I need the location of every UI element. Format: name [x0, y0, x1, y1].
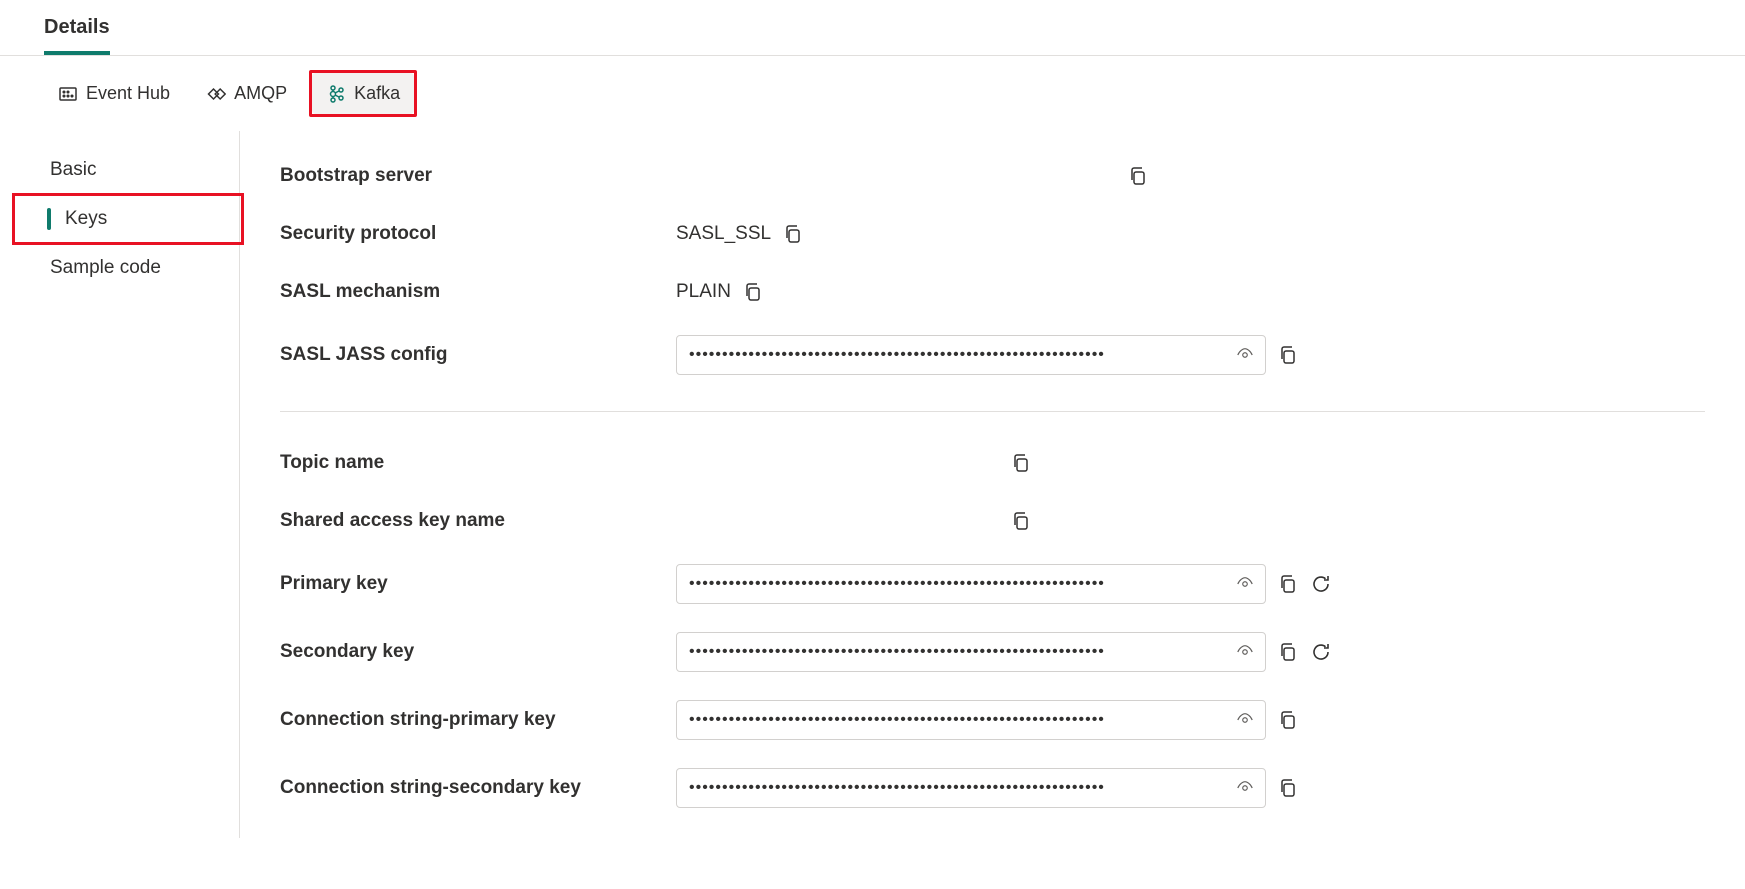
- copy-icon[interactable]: [1278, 710, 1298, 730]
- field-label: Primary key: [280, 573, 676, 595]
- field-label: Shared access key name: [280, 510, 676, 532]
- eye-icon[interactable]: [1236, 643, 1254, 661]
- sidebar-item-basic[interactable]: Basic: [0, 147, 239, 193]
- content: Bootstrap server Security protocol SASL_…: [240, 131, 1745, 838]
- tab-details[interactable]: Details: [44, 0, 110, 55]
- sidebar-item-keys[interactable]: Keys: [15, 196, 241, 242]
- field-value: SASL_SSL: [676, 223, 1705, 245]
- field-sasl-jass-config: SASL JASS config •••••••••••••••••••••••…: [280, 321, 1705, 389]
- field-connection-string-primary: Connection string-primary key ••••••••••…: [280, 686, 1705, 754]
- connection-primary-input[interactable]: ••••••••••••••••••••••••••••••••••••••••…: [676, 700, 1266, 740]
- copy-icon[interactable]: [1011, 453, 1031, 473]
- field-label: Security protocol: [280, 223, 676, 245]
- field-value: PLAIN: [676, 281, 1705, 303]
- field-secondary-key: Secondary key ••••••••••••••••••••••••••…: [280, 618, 1705, 686]
- secondary-key-input[interactable]: ••••••••••••••••••••••••••••••••••••••••…: [676, 632, 1266, 672]
- copy-icon[interactable]: [1278, 574, 1298, 594]
- field-value: ••••••••••••••••••••••••••••••••••••••••…: [676, 564, 1705, 604]
- kafka-icon: [326, 84, 346, 104]
- field-primary-key: Primary key ••••••••••••••••••••••••••••…: [280, 550, 1705, 618]
- field-sasl-mechanism: SASL mechanism PLAIN: [280, 263, 1705, 321]
- field-value: [676, 453, 1705, 473]
- eventhub-icon: [58, 84, 78, 104]
- primary-key-input[interactable]: ••••••••••••••••••••••••••••••••••••••••…: [676, 564, 1266, 604]
- field-label: Topic name: [280, 452, 676, 474]
- divider: [280, 411, 1705, 412]
- protocol-tab-eventhub[interactable]: Event Hub: [44, 73, 184, 114]
- sasl-mechanism-value: PLAIN: [676, 281, 731, 303]
- main-layout: Basic Keys Sample code Bootstrap server …: [0, 131, 1745, 838]
- field-label: Bootstrap server: [280, 165, 676, 187]
- sidebar-item-sample-code[interactable]: Sample code: [0, 245, 239, 291]
- field-label: Connection string-primary key: [280, 709, 676, 731]
- refresh-icon[interactable]: [1310, 573, 1332, 595]
- copy-icon[interactable]: [1278, 345, 1298, 365]
- field-value: ••••••••••••••••••••••••••••••••••••••••…: [676, 768, 1705, 808]
- copy-icon[interactable]: [1128, 166, 1148, 186]
- protocol-tabs: Event Hub AMQP: [0, 56, 1745, 131]
- field-topic-name: Topic name: [280, 434, 1705, 492]
- field-bootstrap-server: Bootstrap server: [280, 147, 1705, 205]
- eye-icon[interactable]: [1236, 711, 1254, 729]
- header-tabs: Details: [0, 0, 1745, 56]
- copy-icon[interactable]: [743, 282, 763, 302]
- field-value: ••••••••••••••••••••••••••••••••••••••••…: [676, 335, 1705, 375]
- copy-icon[interactable]: [1278, 778, 1298, 798]
- field-value: ••••••••••••••••••••••••••••••••••••••••…: [676, 632, 1705, 672]
- field-label: Connection string-secondary key: [280, 777, 676, 799]
- sidebar: Basic Keys Sample code: [0, 131, 240, 838]
- copy-icon[interactable]: [1278, 642, 1298, 662]
- security-protocol-value: SASL_SSL: [676, 223, 771, 245]
- field-value: [676, 511, 1705, 531]
- field-security-protocol: Security protocol SASL_SSL: [280, 205, 1705, 263]
- eye-icon[interactable]: [1236, 346, 1254, 364]
- field-value: ••••••••••••••••••••••••••••••••••••••••…: [676, 700, 1705, 740]
- field-label: SASL mechanism: [280, 281, 676, 303]
- protocol-tab-label: AMQP: [234, 83, 287, 104]
- protocol-tab-kafka[interactable]: Kafka: [312, 73, 414, 114]
- field-value: [676, 166, 1705, 186]
- annotation-keys-highlight: Keys: [12, 193, 244, 245]
- eye-icon[interactable]: [1236, 575, 1254, 593]
- eye-icon[interactable]: [1236, 779, 1254, 797]
- sasl-jass-input[interactable]: ••••••••••••••••••••••••••••••••••••••••…: [676, 335, 1266, 375]
- field-connection-string-secondary: Connection string-secondary key ••••••••…: [280, 754, 1705, 822]
- annotation-kafka-highlight: Kafka: [309, 70, 417, 117]
- field-label: SASL JASS config: [280, 344, 676, 366]
- refresh-icon[interactable]: [1310, 641, 1332, 663]
- copy-icon[interactable]: [1011, 511, 1031, 531]
- field-shared-access-key-name: Shared access key name: [280, 492, 1705, 550]
- protocol-tab-amqp[interactable]: AMQP: [192, 73, 301, 114]
- copy-icon[interactable]: [783, 224, 803, 244]
- amqp-icon: [206, 84, 226, 104]
- protocol-tab-label: Kafka: [354, 83, 400, 104]
- protocol-tab-label: Event Hub: [86, 83, 170, 104]
- connection-secondary-input[interactable]: ••••••••••••••••••••••••••••••••••••••••…: [676, 768, 1266, 808]
- field-label: Secondary key: [280, 641, 676, 663]
